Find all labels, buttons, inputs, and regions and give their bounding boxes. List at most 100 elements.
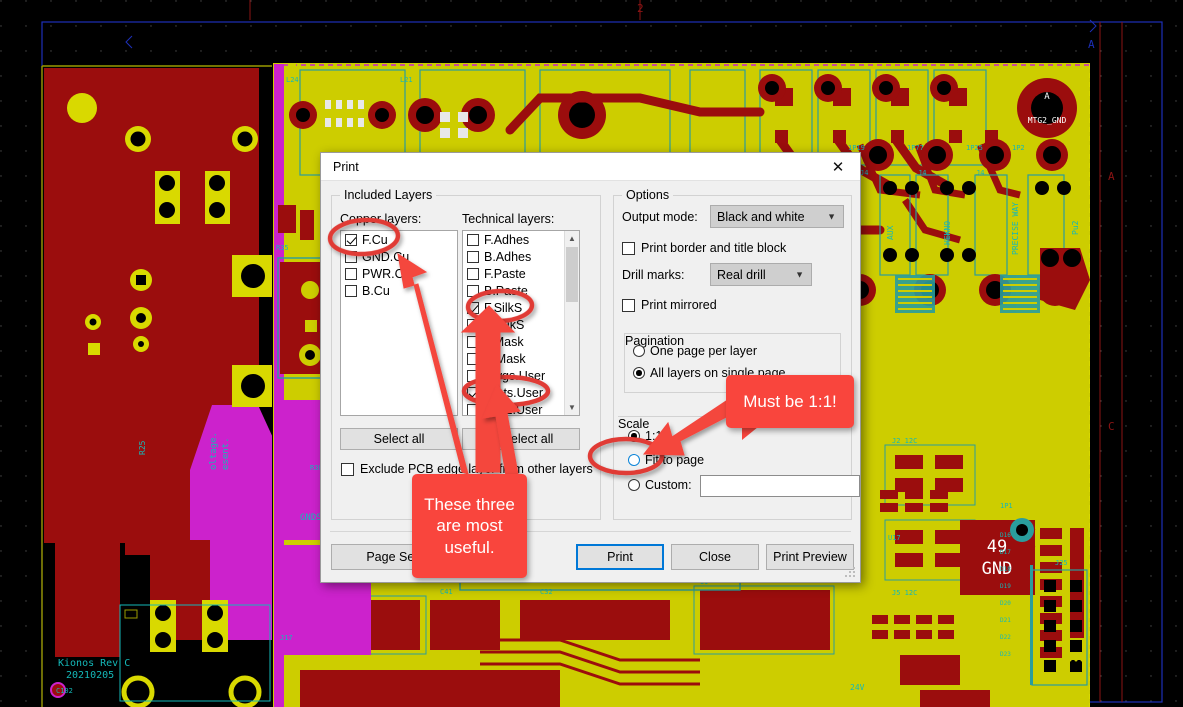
list-item[interactable]: F.Cu bbox=[341, 231, 457, 248]
svg-text:J4: J4 bbox=[976, 169, 984, 177]
close-icon[interactable]: ✕ bbox=[816, 153, 860, 180]
list-item[interactable]: B.Cu bbox=[341, 282, 457, 299]
radio-indicator bbox=[633, 367, 645, 379]
print-preview-button[interactable]: Print Preview bbox=[766, 544, 854, 570]
svg-text:D21: D21 bbox=[1000, 617, 1011, 624]
svg-text:1P25: 1P25 bbox=[966, 144, 983, 152]
copper-layers-list[interactable]: F.Cu GND.Cu PWR.Cu B.Cu bbox=[340, 230, 458, 416]
technical-layers-list[interactable]: F.Adhes B.Adhes F.Paste B.Paste F.SilkS … bbox=[462, 230, 580, 416]
print-dialog[interactable]: Print ✕ Included Layers Copper layers: T… bbox=[320, 152, 861, 583]
drill-marks-value: Real drill bbox=[717, 267, 766, 282]
checkbox-b-cu[interactable] bbox=[345, 284, 357, 297]
chevron-up-icon[interactable]: ▲ bbox=[565, 231, 579, 246]
print-mirrored-checkbox-row[interactable]: Print mirrored bbox=[622, 298, 717, 312]
svg-text:L21: L21 bbox=[400, 76, 413, 84]
checkbox-b-mask[interactable] bbox=[467, 352, 479, 365]
copper-layers-label: Copper layers: bbox=[340, 212, 422, 226]
layer-label: Cmts.User bbox=[484, 385, 544, 400]
svg-text:D23: D23 bbox=[1000, 651, 1011, 658]
layer-label: PWR.Cu bbox=[362, 266, 411, 281]
deselect-all-button[interactable]: Deselect all bbox=[462, 428, 580, 450]
svg-text:U17: U17 bbox=[888, 534, 901, 542]
output-mode-label: Output mode: bbox=[622, 210, 698, 224]
svg-text:D18: D18 bbox=[1000, 566, 1011, 573]
checkbox-dwgs-user[interactable] bbox=[467, 369, 479, 382]
svg-text:J17: J17 bbox=[280, 634, 293, 642]
exclude-pcb-edge-checkbox-row[interactable]: Exclude PCB edge layer from other layers bbox=[341, 462, 593, 476]
all-layers-label: All layers on single page bbox=[650, 366, 786, 380]
list-item[interactable]: F.Adhes bbox=[463, 231, 564, 248]
list-item[interactable]: F.Paste bbox=[463, 265, 564, 282]
checkbox-f-silks[interactable] bbox=[467, 301, 479, 314]
svg-text:C: C bbox=[1108, 420, 1115, 433]
print-border-checkbox-row[interactable]: Print border and title block bbox=[622, 241, 786, 255]
close-button[interactable]: Close bbox=[671, 544, 759, 570]
list-item[interactable]: B.SilkS bbox=[463, 316, 564, 333]
technical-list-scrollbar[interactable]: ▲ ▼ bbox=[564, 231, 579, 415]
scale-group: Scale 1:1 Fit to page Custom: bbox=[618, 416, 860, 510]
checkbox-print-mirrored[interactable] bbox=[622, 298, 635, 312]
button-row-divider bbox=[330, 531, 851, 532]
checkbox-f-cu[interactable] bbox=[345, 233, 357, 246]
svg-text:PRECISE WAY: PRECISE WAY bbox=[1011, 202, 1020, 255]
output-mode-value: Black and white bbox=[717, 209, 805, 224]
checkbox-pwr-cu[interactable] bbox=[345, 267, 357, 280]
select-all-button[interactable]: Select all bbox=[340, 428, 458, 450]
svg-text:J2 12C: J2 12C bbox=[892, 437, 917, 445]
print-button[interactable]: Print bbox=[576, 544, 664, 570]
list-item[interactable]: B.Adhes bbox=[463, 248, 564, 265]
dialog-titlebar: Print ✕ bbox=[321, 153, 860, 181]
list-item[interactable]: Cmts.User bbox=[463, 384, 564, 401]
checkbox-b-adhes[interactable] bbox=[467, 250, 479, 263]
scale-1-1-label: 1:1 bbox=[645, 429, 663, 443]
layer-label: F.Paste bbox=[484, 266, 526, 281]
checkbox-b-paste[interactable] bbox=[467, 284, 479, 297]
list-item[interactable]: B.Mask bbox=[463, 350, 564, 367]
layer-label: B.Adhes bbox=[484, 249, 532, 264]
resize-grip[interactable] bbox=[845, 567, 857, 579]
page-setup-button[interactable]: Page Setup bbox=[331, 544, 467, 570]
layer-label: GND.Cu bbox=[362, 249, 410, 264]
checkbox-f-paste[interactable] bbox=[467, 267, 479, 280]
list-item[interactable]: PWR.Cu bbox=[341, 265, 457, 282]
output-mode-select[interactable]: Black and white ▼ bbox=[710, 205, 844, 228]
scale-custom-input[interactable] bbox=[700, 475, 860, 497]
svg-text:A: A bbox=[1108, 170, 1115, 183]
radio-scale-fit-to-page[interactable]: Fit to page bbox=[628, 453, 704, 467]
drill-marks-select[interactable]: Real drill ▼ bbox=[710, 263, 812, 286]
list-item[interactable]: B.Paste bbox=[463, 282, 564, 299]
checkbox-eco1-user[interactable] bbox=[467, 403, 479, 415]
chevron-down-icon: ▼ bbox=[795, 269, 804, 279]
drill-marks-label: Drill marks: bbox=[622, 268, 685, 282]
included-layers-title: Included Layers bbox=[340, 188, 437, 202]
list-item[interactable]: F.Mask bbox=[463, 333, 564, 350]
svg-text:R25: R25 bbox=[138, 440, 147, 455]
layer-label: F.Cu bbox=[362, 232, 388, 247]
list-item[interactable]: F.SilkS bbox=[463, 299, 564, 316]
print-mirrored-label: Print mirrored bbox=[641, 298, 717, 312]
chevron-down-icon[interactable]: ▼ bbox=[565, 400, 579, 415]
radio-scale-custom[interactable]: Custom: bbox=[628, 478, 692, 492]
checkbox-print-border[interactable] bbox=[622, 241, 635, 255]
checkbox-f-adhes[interactable] bbox=[467, 233, 479, 246]
svg-text:C32: C32 bbox=[540, 588, 553, 596]
radio-all-layers-single-page[interactable]: All layers on single page bbox=[633, 366, 786, 380]
list-item[interactable]: Eco1.User bbox=[463, 401, 564, 415]
options-title: Options bbox=[622, 188, 674, 202]
checkbox-b-silks[interactable] bbox=[467, 318, 479, 331]
layer-label: B.Paste bbox=[484, 283, 528, 298]
svg-text:1P19: 1P19 bbox=[848, 144, 865, 152]
list-item[interactable]: Dwgs.User bbox=[463, 367, 564, 384]
checkbox-exclude-pcb-edge[interactable] bbox=[341, 462, 354, 476]
svg-text:Kionos Rev C: Kionos Rev C bbox=[58, 658, 130, 669]
scrollbar-thumb[interactable] bbox=[566, 247, 578, 302]
checkbox-gnd-cu[interactable] bbox=[345, 250, 357, 263]
radio-one-page-per-layer[interactable]: One page per layer bbox=[633, 344, 757, 358]
svg-text:1P2: 1P2 bbox=[1012, 144, 1025, 152]
radio-scale-1-1[interactable]: 1:1 bbox=[628, 429, 662, 443]
checkbox-f-mask[interactable] bbox=[467, 335, 479, 348]
svg-text:AUX: AUX bbox=[886, 225, 895, 240]
svg-text:R35: R35 bbox=[276, 244, 289, 252]
checkbox-cmts-user[interactable] bbox=[467, 386, 479, 399]
list-item[interactable]: GND.Cu bbox=[341, 248, 457, 265]
